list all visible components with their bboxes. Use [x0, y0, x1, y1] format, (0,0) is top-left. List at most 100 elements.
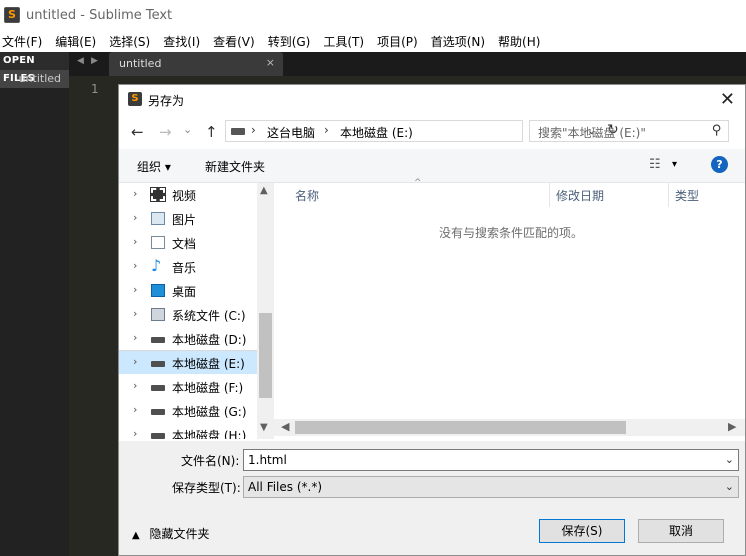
- organize-button[interactable]: 组织 ▾: [137, 158, 171, 175]
- tab-label: untitled: [119, 57, 162, 70]
- nav-item-label: 文档: [172, 237, 197, 251]
- menu-selection[interactable]: 选择(S): [109, 33, 150, 50]
- nav-pane-scrollbar[interactable]: ▲ ▼: [257, 183, 274, 439]
- nav-item-videos[interactable]: › 视频: [119, 183, 257, 207]
- drive-icon: [231, 128, 245, 135]
- filetype-select[interactable]: All Files (*.*) ⌄: [243, 476, 739, 498]
- menu-find[interactable]: 查找(I): [163, 33, 200, 50]
- drive-icon: [151, 385, 165, 391]
- forward-arrow-icon[interactable]: →: [159, 123, 172, 141]
- scroll-up-icon[interactable]: ▲: [260, 185, 268, 196]
- menu-goto[interactable]: 转到(G): [268, 33, 311, 50]
- cancel-button[interactable]: 取消: [638, 519, 724, 543]
- help-icon[interactable]: ?: [711, 156, 728, 173]
- address-bar[interactable]: › 这台电脑 › 本地磁盘 (E:) ⌄ ↻: [225, 120, 619, 142]
- column-divider[interactable]: [549, 183, 550, 207]
- expand-chevron-icon[interactable]: ›: [133, 355, 137, 368]
- tab-prev-icon[interactable]: ◀: [77, 56, 84, 66]
- nav-item-drive-d[interactable]: › 本地磁盘 (D:): [119, 327, 257, 351]
- expand-chevron-icon[interactable]: ›: [133, 259, 137, 272]
- column-header-modified[interactable]: 修改日期: [556, 187, 604, 204]
- search-icon: ⚲: [712, 123, 722, 138]
- nav-item-pictures[interactable]: › 图片: [119, 207, 257, 231]
- breadcrumb-this-pc[interactable]: 这台电脑: [267, 124, 315, 141]
- filename-dropdown-icon[interactable]: ⌄: [725, 453, 734, 466]
- navigation-pane: › 视频 › 图片 › 文档 › ♪ 音乐 › 桌面 › 系统文件 (C:) ›…: [119, 183, 257, 439]
- scroll-left-icon[interactable]: ◀: [281, 420, 289, 433]
- drive-icon: [151, 433, 165, 439]
- save-as-dialog: S 另存为 ✕ ← → ⌄ ↑ › 这台电脑 › 本地磁盘 (E:) ⌄ ↻ 搜…: [118, 84, 746, 556]
- window-titlebar: S untitled - Sublime Text: [0, 0, 746, 30]
- expand-chevron-icon[interactable]: ›: [133, 403, 137, 416]
- back-arrow-icon[interactable]: ←: [131, 123, 144, 141]
- new-folder-button[interactable]: 新建文件夹: [205, 158, 265, 175]
- expand-chevron-icon[interactable]: ›: [133, 211, 137, 224]
- tab-close-icon[interactable]: ×: [266, 56, 275, 69]
- nav-item-drive-f[interactable]: › 本地磁盘 (F:): [119, 375, 257, 399]
- nav-item-label: 桌面: [172, 285, 197, 299]
- tab-next-icon[interactable]: ▶: [91, 56, 98, 66]
- search-input[interactable]: 搜索"本地磁盘 (E:)" ⚲: [529, 120, 729, 142]
- hide-folders-toggle[interactable]: ▲ 隐藏文件夹: [132, 525, 210, 542]
- scroll-right-icon[interactable]: ▶: [728, 420, 736, 433]
- sort-indicator-icon: ^: [414, 178, 422, 188]
- filetype-dropdown-icon[interactable]: ⌄: [725, 480, 734, 493]
- menu-edit[interactable]: 编辑(E): [55, 33, 96, 50]
- recent-locations-chevron-icon[interactable]: ⌄: [183, 123, 192, 136]
- hide-folders-label: 隐藏文件夹: [149, 527, 210, 541]
- column-header-type[interactable]: 类型: [675, 187, 699, 204]
- expand-chevron-icon[interactable]: ›: [133, 307, 137, 320]
- nav-item-desktop[interactable]: › 桌面: [119, 279, 257, 303]
- tab-strip: ◀ ▶ untitled ×: [69, 52, 746, 76]
- menu-view[interactable]: 查看(V): [213, 33, 255, 50]
- tab-untitled[interactable]: untitled ×: [109, 52, 283, 76]
- expand-chevron-icon[interactable]: ›: [133, 235, 137, 248]
- nav-item-label: 系统文件 (C:): [172, 309, 246, 323]
- column-divider[interactable]: [668, 183, 669, 207]
- empty-folder-message: 没有与搜索条件匹配的项。: [439, 226, 584, 240]
- scroll-thumb[interactable]: [259, 313, 272, 398]
- open-files-header: OPEN FILES: [0, 52, 69, 84]
- expand-chevron-icon[interactable]: ›: [133, 379, 137, 392]
- expand-chevron-icon[interactable]: ›: [133, 283, 137, 296]
- menu-preferences[interactable]: 首选项(N): [431, 33, 485, 50]
- up-arrow-icon[interactable]: ↑: [205, 123, 218, 141]
- file-list[interactable]: ^ 名称 修改日期 类型 没有与搜索条件匹配的项。 ◀ ▶: [274, 178, 745, 439]
- expand-chevron-icon[interactable]: ›: [133, 331, 137, 344]
- drive-icon: [151, 337, 165, 343]
- filetype-value: All Files (*.*): [248, 480, 323, 494]
- dialog-footer: 文件名(N): 1.html ⌄ 保存类型(T): All Files (*.*…: [119, 441, 745, 555]
- nav-item-drive-c[interactable]: › 系统文件 (C:): [119, 303, 257, 327]
- column-header-name[interactable]: 名称: [295, 187, 319, 204]
- filename-value[interactable]: 1.html: [248, 453, 287, 467]
- nav-item-drive-e[interactable]: › 本地磁盘 (E:): [119, 350, 257, 374]
- menu-project[interactable]: 项目(P): [377, 33, 418, 50]
- scroll-thumb[interactable]: [295, 421, 626, 434]
- nav-item-music[interactable]: › ♪ 音乐: [119, 255, 257, 279]
- menu-file[interactable]: 文件(F): [2, 33, 42, 50]
- filename-label: 文件名(N):: [181, 454, 240, 468]
- breadcrumb-separator[interactable]: ›: [324, 123, 329, 137]
- view-dropdown-icon[interactable]: ▾: [672, 159, 677, 170]
- nav-item-label: 本地磁盘 (G:): [172, 405, 247, 419]
- nav-item-label: 本地磁盘 (D:): [172, 333, 247, 347]
- expand-chevron-icon[interactable]: ›: [133, 187, 137, 200]
- save-button[interactable]: 保存(S): [539, 519, 625, 543]
- view-options-icon[interactable]: ☷: [649, 157, 661, 172]
- nav-item-documents[interactable]: › 文档: [119, 231, 257, 255]
- drive-icon: [151, 409, 165, 415]
- scroll-down-icon[interactable]: ▼: [260, 422, 268, 433]
- navigation-row: ← → ⌄ ↑ › 这台电脑 › 本地磁盘 (E:) ⌄ ↻ 搜索"本地磁盘 (…: [119, 115, 745, 149]
- nav-item-drive-h[interactable]: › 本地磁盘 (H:): [119, 423, 257, 439]
- filename-field[interactable]: 1.html ⌄: [243, 449, 739, 471]
- music-icon: ♪: [151, 256, 162, 275]
- file-list-scrollbar[interactable]: ◀ ▶: [274, 419, 745, 436]
- menu-help[interactable]: 帮助(H): [498, 33, 540, 50]
- close-icon[interactable]: ✕: [720, 89, 735, 110]
- nav-item-label: 视频: [172, 189, 197, 203]
- breadcrumb-drive-e[interactable]: 本地磁盘 (E:): [340, 124, 413, 141]
- menu-tools[interactable]: 工具(T): [323, 33, 364, 50]
- breadcrumb-separator[interactable]: ›: [251, 123, 256, 137]
- expand-chevron-icon[interactable]: ›: [133, 427, 137, 439]
- nav-item-drive-g[interactable]: › 本地磁盘 (G:): [119, 399, 257, 423]
